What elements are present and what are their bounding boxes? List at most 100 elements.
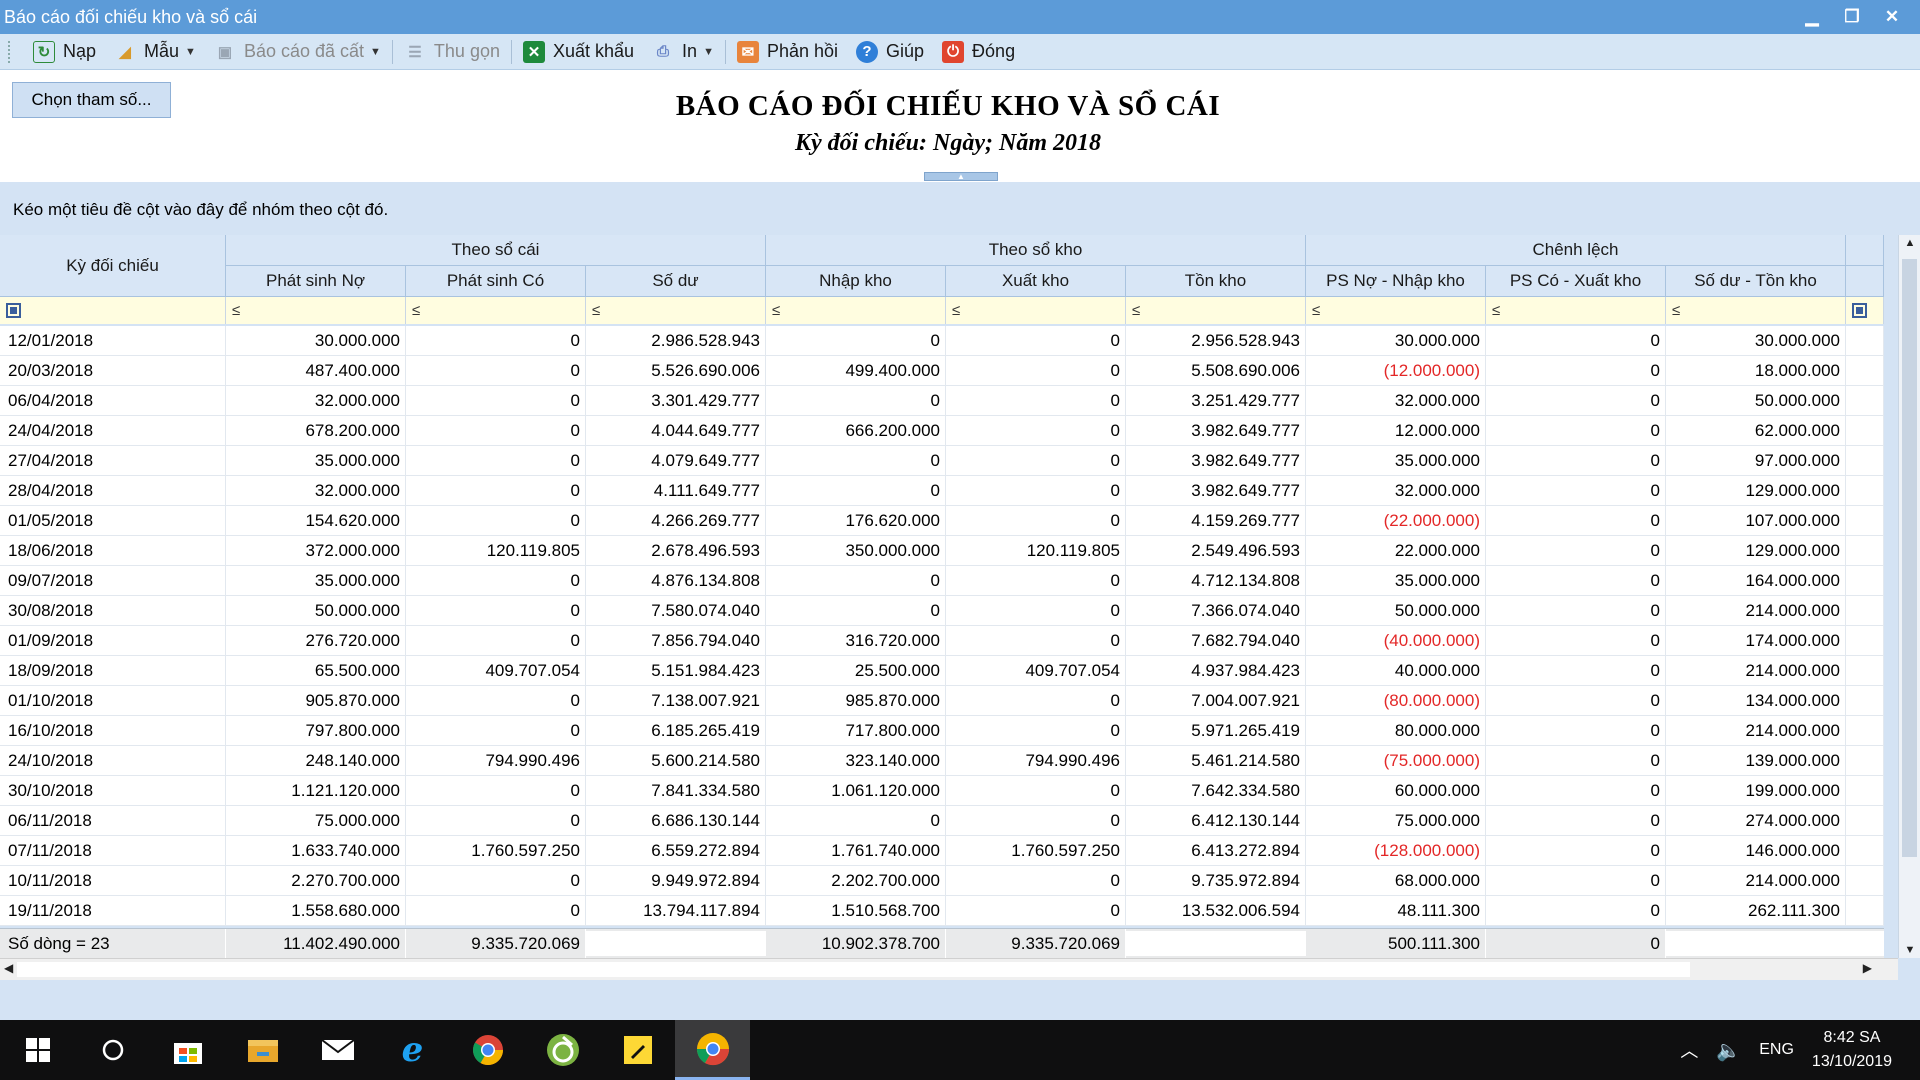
table-cell[interactable]: 199.000.000 [1666, 776, 1846, 805]
table-cell[interactable]: 30.000.000 [1306, 326, 1486, 355]
table-cell[interactable]: 0 [1486, 836, 1666, 865]
table-row[interactable]: 01/05/2018 154.620.000 0 4.266.269.777 176.6… [0, 506, 1884, 536]
table-cell[interactable]: 372.000.000 [226, 536, 406, 565]
table-cell[interactable]: 12.000.000 [1306, 416, 1486, 445]
table-cell[interactable]: 214.000.000 [1666, 866, 1846, 895]
filter-cell[interactable]: ≤ [406, 297, 586, 324]
windows-start-icon[interactable] [0, 1020, 75, 1080]
filter-checkbox-icon[interactable] [6, 303, 21, 318]
minimize-button[interactable]: ▁ [1802, 7, 1822, 27]
table-cell-filler[interactable] [1846, 686, 1884, 715]
table-cell-filler[interactable] [1846, 776, 1884, 805]
misa-icon[interactable] [525, 1020, 600, 1080]
table-cell[interactable]: 01/05/2018 [0, 506, 226, 535]
column-header-balance-minus-stock[interactable]: Số dư - Tồn kho [1666, 266, 1846, 297]
table-cell[interactable]: 0 [1486, 686, 1666, 715]
table-cell[interactable]: 262.111.300 [1666, 896, 1846, 925]
table-cell[interactable]: 146.000.000 [1666, 836, 1846, 865]
table-cell[interactable]: 214.000.000 [1666, 656, 1846, 685]
template-button[interactable]: ◢ Mẫu ▼ [105, 37, 205, 67]
table-row[interactable]: 24/04/2018 678.200.000 0 4.044.649.777 666.2… [0, 416, 1884, 446]
column-header-debit-minus-in[interactable]: PS Nợ - Nhập kho [1306, 266, 1486, 297]
table-cell[interactable]: 35.000.000 [1306, 566, 1486, 595]
table-cell[interactable]: 18.000.000 [1666, 356, 1846, 385]
table-cell[interactable]: 32.000.000 [1306, 476, 1486, 505]
filter-cell[interactable]: ≤ [946, 297, 1126, 324]
table-cell[interactable]: 62.000.000 [1666, 416, 1846, 445]
table-cell[interactable]: 0 [406, 476, 586, 505]
table-cell[interactable]: 13.532.006.594 [1126, 896, 1306, 925]
cortana-search-icon[interactable] [75, 1020, 150, 1080]
column-header-period[interactable]: Kỳ đối chiếu [0, 235, 226, 297]
table-cell[interactable]: 22.000.000 [1306, 536, 1486, 565]
column-header-credit[interactable]: Phát sinh Có [406, 266, 586, 297]
table-cell[interactable]: 60.000.000 [1306, 776, 1486, 805]
filter-checkbox-icon[interactable] [1852, 303, 1867, 318]
table-cell[interactable]: 274.000.000 [1666, 806, 1846, 835]
table-cell[interactable]: 25.500.000 [766, 656, 946, 685]
group-by-panel[interactable]: Kéo một tiêu đề cột vào đây để nhóm theo… [0, 182, 1920, 233]
table-cell[interactable]: 6.413.272.894 [1126, 836, 1306, 865]
help-button[interactable]: ? Giúp [847, 37, 933, 67]
table-cell[interactable]: 0 [406, 416, 586, 445]
table-cell[interactable]: 4.937.984.423 [1126, 656, 1306, 685]
table-cell[interactable]: 0 [406, 326, 586, 355]
table-cell[interactable]: 0 [766, 326, 946, 355]
filter-cell[interactable]: ≤ [1126, 297, 1306, 324]
table-cell[interactable]: 0 [946, 896, 1126, 925]
scroll-up-icon[interactable]: ▲ [1899, 237, 1920, 249]
table-cell[interactable]: 0 [946, 416, 1126, 445]
table-cell[interactable]: 214.000.000 [1666, 716, 1846, 745]
filter-cell[interactable]: ≤ [1306, 297, 1486, 324]
collapse-button[interactable]: ☰ Thu gọn [395, 37, 509, 67]
table-cell[interactable]: 0 [1486, 776, 1666, 805]
table-cell[interactable]: 0 [1486, 656, 1666, 685]
table-row[interactable]: 06/11/2018 75.000.000 0 6.686.130.144 0 0 6.41… [0, 806, 1884, 836]
filter-cell[interactable]: ≤ [1486, 297, 1666, 324]
filter-cell[interactable]: ≤ [1666, 297, 1846, 324]
table-cell[interactable]: 9.949.972.894 [586, 866, 766, 895]
table-cell[interactable]: 0 [1486, 626, 1666, 655]
table-cell[interactable]: 134.000.000 [1666, 686, 1846, 715]
table-cell[interactable]: 176.620.000 [766, 506, 946, 535]
table-cell[interactable]: 75.000.000 [226, 806, 406, 835]
table-cell[interactable]: 248.140.000 [226, 746, 406, 775]
table-cell[interactable]: 3.982.649.777 [1126, 476, 1306, 505]
table-cell[interactable]: 0 [1486, 596, 1666, 625]
print-button[interactable]: ⎙ In ▼ [643, 37, 723, 67]
table-cell[interactable]: 75.000.000 [1306, 806, 1486, 835]
chevron-down-icon[interactable]: ▼ [185, 46, 196, 58]
table-cell[interactable]: 0 [406, 596, 586, 625]
table-cell[interactable]: (22.000.000) [1306, 506, 1486, 535]
table-cell[interactable]: 129.000.000 [1666, 476, 1846, 505]
store-icon[interactable] [150, 1020, 225, 1080]
table-cell[interactable]: 0 [406, 806, 586, 835]
table-cell-filler[interactable] [1846, 746, 1884, 775]
table-cell-filler[interactable] [1846, 656, 1884, 685]
file-explorer-icon[interactable] [225, 1020, 300, 1080]
table-cell[interactable]: 01/09/2018 [0, 626, 226, 655]
system-clock[interactable]: 8:42 SA 13/10/2019 [1812, 1026, 1892, 1074]
table-cell[interactable]: 120.119.805 [946, 536, 1126, 565]
table-cell[interactable]: 3.982.649.777 [1126, 416, 1306, 445]
table-row[interactable]: 09/07/2018 35.000.000 0 4.876.134.808 0 0 4.71… [0, 566, 1884, 596]
table-cell[interactable]: 01/10/2018 [0, 686, 226, 715]
table-cell[interactable]: 487.400.000 [226, 356, 406, 385]
table-cell[interactable]: 666.200.000 [766, 416, 946, 445]
table-cell[interactable]: 797.800.000 [226, 716, 406, 745]
table-cell[interactable]: 350.000.000 [766, 536, 946, 565]
table-cell[interactable]: 2.202.700.000 [766, 866, 946, 895]
table-cell[interactable]: 0 [1486, 446, 1666, 475]
table-row[interactable]: 12/01/2018 30.000.000 0 2.986.528.943 0 0 2.95… [0, 326, 1884, 356]
table-row[interactable]: 07/11/2018 1.633.740.000 1.760.597.250 6.55… [0, 836, 1884, 866]
table-row[interactable]: 28/04/2018 32.000.000 0 4.111.649.777 0 0 3.98… [0, 476, 1884, 506]
table-cell[interactable]: 0 [406, 506, 586, 535]
table-row[interactable]: 10/11/2018 2.270.700.000 0 9.949.972.894 2.2… [0, 866, 1884, 896]
table-cell[interactable]: 50.000.000 [226, 596, 406, 625]
table-cell[interactable]: 4.044.649.777 [586, 416, 766, 445]
table-cell-filler[interactable] [1846, 806, 1884, 835]
table-cell[interactable]: 30/10/2018 [0, 776, 226, 805]
table-cell[interactable]: 139.000.000 [1666, 746, 1846, 775]
table-cell[interactable]: 409.707.054 [406, 656, 586, 685]
table-cell[interactable]: 4.712.134.808 [1126, 566, 1306, 595]
